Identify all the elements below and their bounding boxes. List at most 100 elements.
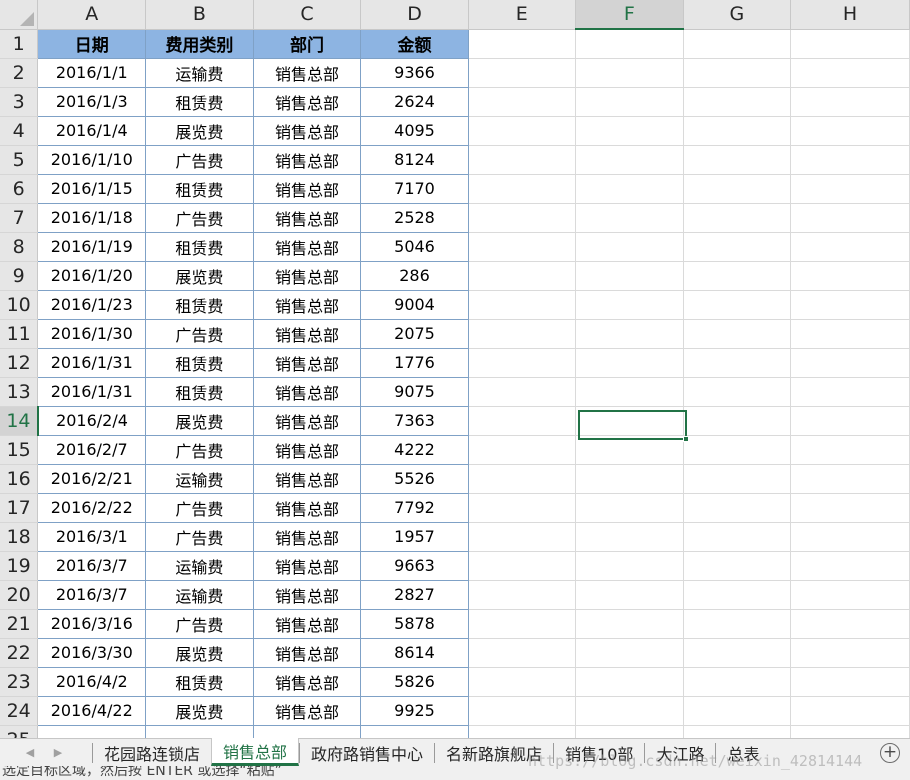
sheet-tab[interactable]: 政府路销售中心 — [299, 743, 434, 764]
row-header[interactable]: 16 — [0, 464, 39, 494]
cell-f4[interactable] — [575, 116, 684, 146]
cell-e8[interactable] — [468, 232, 576, 262]
row-header[interactable]: 7 — [0, 203, 39, 233]
cell-g22[interactable] — [683, 638, 791, 668]
cell-h2[interactable] — [790, 58, 910, 88]
cell-f5[interactable] — [575, 145, 684, 175]
cell-h13[interactable] — [790, 377, 910, 407]
row-header[interactable]: 14 — [0, 406, 39, 436]
cell-h18[interactable] — [790, 522, 910, 552]
cell-g1[interactable] — [683, 29, 791, 59]
cell-a18[interactable]: 2016/3/1 — [37, 522, 147, 552]
cell-b6[interactable]: 租赁费 — [145, 174, 254, 204]
column-header-b[interactable]: B — [145, 0, 254, 30]
column-header-h[interactable]: H — [790, 0, 910, 30]
cell-d18[interactable]: 1957 — [360, 522, 469, 552]
cell-f6[interactable] — [575, 174, 684, 204]
row-header[interactable]: 11 — [0, 319, 39, 349]
row-header[interactable]: 9 — [0, 261, 39, 291]
cell-b12[interactable]: 租赁费 — [145, 348, 254, 378]
row-header[interactable]: 3 — [0, 87, 39, 117]
cell-c14[interactable]: 销售总部 — [253, 406, 362, 436]
cell-e16[interactable] — [468, 464, 576, 494]
cell-e13[interactable] — [468, 377, 576, 407]
row-header[interactable]: 6 — [0, 174, 39, 204]
cell-d20[interactable]: 2827 — [360, 580, 469, 610]
cell-f15[interactable] — [575, 435, 684, 465]
cell-b8[interactable]: 租赁费 — [145, 232, 254, 262]
cell-c24[interactable]: 销售总部 — [253, 696, 362, 726]
cell-b10[interactable]: 租赁费 — [145, 290, 254, 320]
cell-f17[interactable] — [575, 493, 684, 523]
cell-h3[interactable] — [790, 87, 910, 117]
cell-h12[interactable] — [790, 348, 910, 378]
cell-c7[interactable]: 销售总部 — [253, 203, 362, 233]
row-header[interactable]: 25 — [0, 725, 39, 738]
cell-f14[interactable] — [575, 406, 684, 436]
cell-b4[interactable]: 展览费 — [145, 116, 254, 146]
cell-d22[interactable]: 8614 — [360, 638, 469, 668]
cell-e25[interactable] — [468, 725, 576, 738]
cell-b19[interactable]: 运输费 — [145, 551, 254, 581]
cell-h7[interactable] — [790, 203, 910, 233]
cell-b3[interactable]: 租赁费 — [145, 87, 254, 117]
cell-c3[interactable]: 销售总部 — [253, 87, 362, 117]
cell-g13[interactable] — [683, 377, 791, 407]
cell-f23[interactable] — [575, 667, 684, 697]
cell-c22[interactable]: 销售总部 — [253, 638, 362, 668]
cell-h6[interactable] — [790, 174, 910, 204]
cell-e20[interactable] — [468, 580, 576, 610]
cell-b13[interactable]: 租赁费 — [145, 377, 254, 407]
cell-g19[interactable] — [683, 551, 791, 581]
cell-g25[interactable] — [683, 725, 791, 738]
cell-a1[interactable]: 日期 — [37, 29, 147, 59]
cell-g8[interactable] — [683, 232, 791, 262]
cell-g14[interactable] — [683, 406, 791, 436]
row-header[interactable]: 23 — [0, 667, 39, 697]
cell-d24[interactable]: 9925 — [360, 696, 469, 726]
cell-f16[interactable] — [575, 464, 684, 494]
cell-a15[interactable]: 2016/2/7 — [37, 435, 147, 465]
cell-c6[interactable]: 销售总部 — [253, 174, 362, 204]
cell-c16[interactable]: 销售总部 — [253, 464, 362, 494]
cell-d5[interactable]: 8124 — [360, 145, 469, 175]
cell-d23[interactable]: 5826 — [360, 667, 469, 697]
cell-f20[interactable] — [575, 580, 684, 610]
cell-f21[interactable] — [575, 609, 684, 639]
cell-a9[interactable]: 2016/1/20 — [37, 261, 147, 291]
cell-c20[interactable]: 销售总部 — [253, 580, 362, 610]
cell-c8[interactable]: 销售总部 — [253, 232, 362, 262]
cell-c18[interactable]: 销售总部 — [253, 522, 362, 552]
cell-a7[interactable]: 2016/1/18 — [37, 203, 147, 233]
cell-f3[interactable] — [575, 87, 684, 117]
cell-e14[interactable] — [468, 406, 576, 436]
cell-d7[interactable]: 2528 — [360, 203, 469, 233]
cell-d13[interactable]: 9075 — [360, 377, 469, 407]
cell-g20[interactable] — [683, 580, 791, 610]
cell-g2[interactable] — [683, 58, 791, 88]
cell-d9[interactable]: 286 — [360, 261, 469, 291]
cell-b18[interactable]: 广告费 — [145, 522, 254, 552]
cell-c25[interactable] — [253, 725, 362, 738]
cell-e15[interactable] — [468, 435, 576, 465]
cell-a16[interactable]: 2016/2/21 — [37, 464, 147, 494]
cell-g17[interactable] — [683, 493, 791, 523]
cell-b14[interactable]: 展览费 — [145, 406, 254, 436]
cell-a20[interactable]: 2016/3/7 — [37, 580, 147, 610]
column-header-d[interactable]: D — [360, 0, 469, 30]
cell-h19[interactable] — [790, 551, 910, 581]
cell-a13[interactable]: 2016/1/31 — [37, 377, 147, 407]
row-header[interactable]: 19 — [0, 551, 39, 581]
cell-d21[interactable]: 5878 — [360, 609, 469, 639]
cell-f18[interactable] — [575, 522, 684, 552]
cell-b23[interactable]: 租赁费 — [145, 667, 254, 697]
cell-a24[interactable]: 2016/4/22 — [37, 696, 147, 726]
row-header[interactable]: 18 — [0, 522, 39, 552]
cell-a6[interactable]: 2016/1/15 — [37, 174, 147, 204]
cell-d12[interactable]: 1776 — [360, 348, 469, 378]
cell-h15[interactable] — [790, 435, 910, 465]
cell-g24[interactable] — [683, 696, 791, 726]
cell-e2[interactable] — [468, 58, 576, 88]
cell-d14[interactable]: 7363 — [360, 406, 469, 436]
cell-h8[interactable] — [790, 232, 910, 262]
